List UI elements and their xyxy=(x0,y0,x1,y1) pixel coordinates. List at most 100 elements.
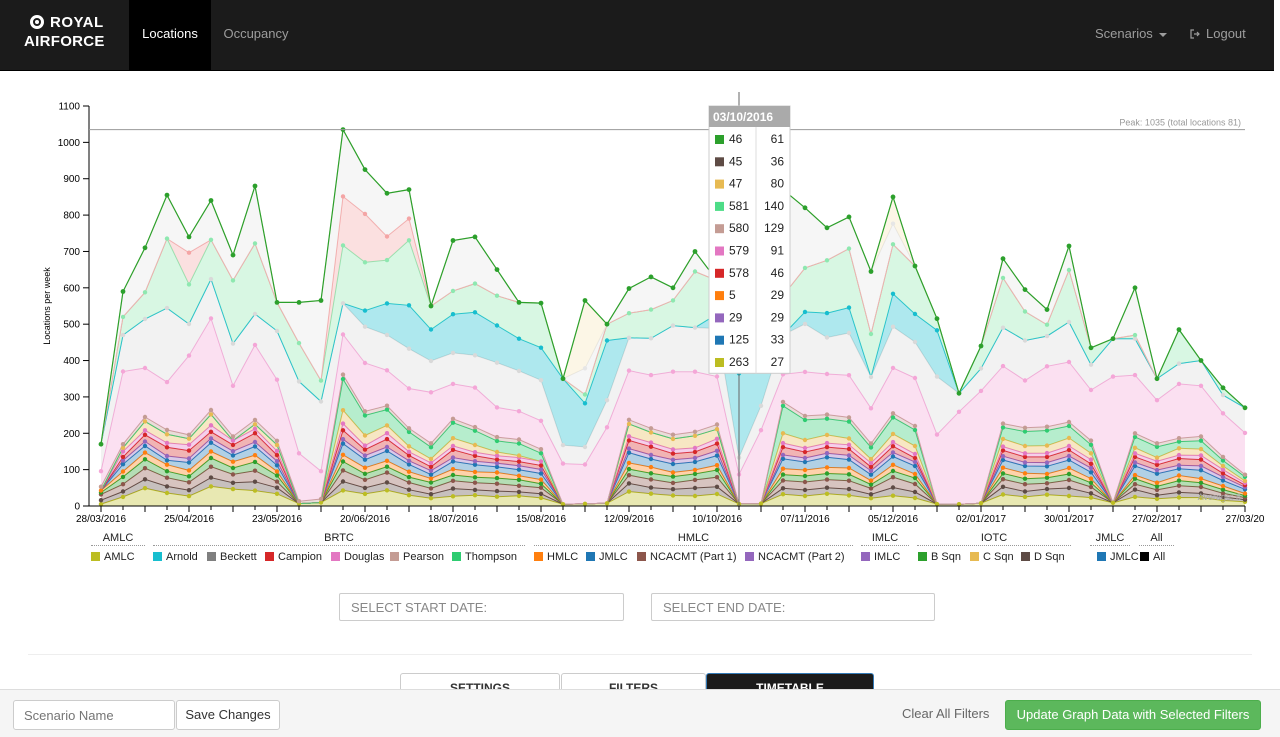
legend-item-jmlc[interactable]: JMLC xyxy=(586,551,628,563)
series-point-12-16 xyxy=(450,381,456,387)
series-point-9-31 xyxy=(780,431,786,436)
save-changes-button[interactable]: Save Changes xyxy=(176,700,280,730)
series-point-1-41 xyxy=(1000,484,1006,489)
series-point-1-48 xyxy=(1154,493,1160,498)
series-point-9-52 xyxy=(1242,478,1248,484)
scenarios-dropdown[interactable]: Scenarios xyxy=(1095,0,1167,70)
locations-area-chart[interactable]: 0 100 200 300 400 500 600 700 800 900 1000 1100 Loca… xyxy=(0,70,1280,530)
legend-item-campion[interactable]: Campion xyxy=(265,551,322,563)
series-point-15-24 xyxy=(626,311,632,316)
series-point-5-45 xyxy=(1088,470,1094,475)
series-point-1-45 xyxy=(1088,491,1094,496)
series-point-0-15 xyxy=(428,496,434,501)
legend-item-thompson[interactable]: Thompson xyxy=(452,551,517,563)
series-point-9-14 xyxy=(406,444,412,449)
series-point-11-47 xyxy=(1132,431,1138,436)
series-point-4-51 xyxy=(1220,483,1226,489)
series-point-6-5 xyxy=(208,436,214,441)
legend-item-c-sqn[interactable]: C Sqn xyxy=(970,551,1014,563)
series-point-9-25 xyxy=(648,430,654,435)
series-point-2-5 xyxy=(208,464,214,469)
logout-link[interactable]: Logout xyxy=(1190,0,1246,70)
x-tick-label-9: 05/12/2016 xyxy=(868,514,918,525)
nav-tab-locations[interactable]: Locations xyxy=(129,0,211,70)
series-point-1-24 xyxy=(626,481,632,486)
series-point-0-6 xyxy=(230,486,236,492)
series-point-3-11 xyxy=(340,459,346,464)
series-point-2-28 xyxy=(714,475,720,480)
series-point-13-23 xyxy=(604,398,610,403)
start-date-input[interactable] xyxy=(339,593,624,621)
tooltip-value-10: 27 xyxy=(771,355,785,369)
series-point-0-31 xyxy=(780,492,786,497)
legend-item-hmlc[interactable]: HMLC xyxy=(534,551,578,563)
series-point-2-25 xyxy=(648,477,654,482)
series-point-4-36 xyxy=(890,462,896,467)
legend-item-jmlc[interactable]: JMLC xyxy=(1097,551,1139,563)
legend-group-title: JMLC xyxy=(1090,532,1130,546)
total-point-51 xyxy=(1220,385,1226,391)
legend-swatch xyxy=(91,552,100,561)
nav-tab-occupancy[interactable]: Occupancy xyxy=(211,0,301,70)
end-date-input[interactable] xyxy=(651,593,935,621)
legend-item-all[interactable]: All xyxy=(1140,551,1165,563)
series-point-14-34 xyxy=(846,305,852,310)
series-point-12-25 xyxy=(648,372,654,378)
series-point-5-24 xyxy=(626,450,632,455)
tooltip-value-7: 29 xyxy=(771,288,785,302)
legend-item-douglas[interactable]: Douglas xyxy=(331,551,384,563)
series-point-10-15 xyxy=(428,445,434,450)
series-point-12-40 xyxy=(978,388,984,394)
series-point-9-24 xyxy=(626,421,632,427)
series-point-11-8 xyxy=(274,438,280,443)
x-tick-label-1: 25/04/2016 xyxy=(164,514,214,525)
series-point-0-32 xyxy=(802,493,808,499)
clear-filters-button[interactable]: Clear All Filters xyxy=(902,700,989,730)
series-point-1-49 xyxy=(1176,490,1182,495)
total-point-44 xyxy=(1066,243,1072,249)
series-point-14-12 xyxy=(362,308,368,313)
update-graph-button[interactable]: Update Graph Data with Selected Filters xyxy=(1005,700,1261,730)
legend-item-ncacmt-part-1-[interactable]: NCACMT (Part 1) xyxy=(637,551,737,563)
series-point-13-3 xyxy=(164,305,170,311)
series-point-12-19 xyxy=(516,409,522,414)
legend-item-d-sqn[interactable]: D Sqn xyxy=(1021,551,1065,563)
series-point-14-20 xyxy=(538,345,544,350)
legend-item-beckett[interactable]: Beckett xyxy=(207,551,257,563)
y-tick-label-7: 700 xyxy=(63,247,80,258)
legend-item-pearson[interactable]: Pearson xyxy=(390,551,444,563)
series-point-7-19 xyxy=(516,459,522,464)
series-point-5-35 xyxy=(868,472,874,477)
series-point-12-20 xyxy=(538,418,544,423)
legend-item-b-sqn[interactable]: B Sqn xyxy=(918,551,961,563)
raf-logo[interactable]: ROYAL AIRFORCE xyxy=(24,14,108,54)
y-tick-label-10: 1000 xyxy=(58,138,81,149)
total-point-46 xyxy=(1110,336,1116,342)
legend-item-ncacmt-part-2-[interactable]: NCACMT (Part 2) xyxy=(745,551,845,563)
series-point-6-4 xyxy=(186,456,192,461)
x-tick-label-4: 18/07/2016 xyxy=(428,514,478,525)
legend-item-imlc[interactable]: IMLC xyxy=(861,551,900,563)
series-point-5-15 xyxy=(428,472,434,477)
total-point-40 xyxy=(978,343,984,349)
series-point-4-37 xyxy=(912,471,918,477)
legend-item-arnold[interactable]: Arnold xyxy=(153,551,198,563)
series-point-4-8 xyxy=(274,469,280,474)
series-point-6-26 xyxy=(670,457,676,462)
series-point-9-33 xyxy=(824,432,830,438)
series-point-11-44 xyxy=(1066,419,1072,425)
x-tick-label-5: 15/08/2016 xyxy=(516,514,566,525)
average-label: Average: 8 xyxy=(1198,492,1241,502)
series-point-10-43 xyxy=(1044,428,1050,433)
series-point-3-33 xyxy=(824,471,830,476)
series-point-10-12 xyxy=(362,413,368,418)
series-point-1-7 xyxy=(252,479,258,484)
total-point-26 xyxy=(670,285,676,291)
series-point-9-15 xyxy=(428,456,434,462)
x-tick-label-6: 12/09/2016 xyxy=(604,514,654,525)
tooltip-swatch-2 xyxy=(715,179,724,189)
scenario-name-input[interactable] xyxy=(13,700,175,730)
legend-item-amlc[interactable]: AMLC xyxy=(91,551,135,563)
tooltip-swatch-4 xyxy=(715,224,724,234)
series-point-6-42 xyxy=(1022,460,1028,465)
